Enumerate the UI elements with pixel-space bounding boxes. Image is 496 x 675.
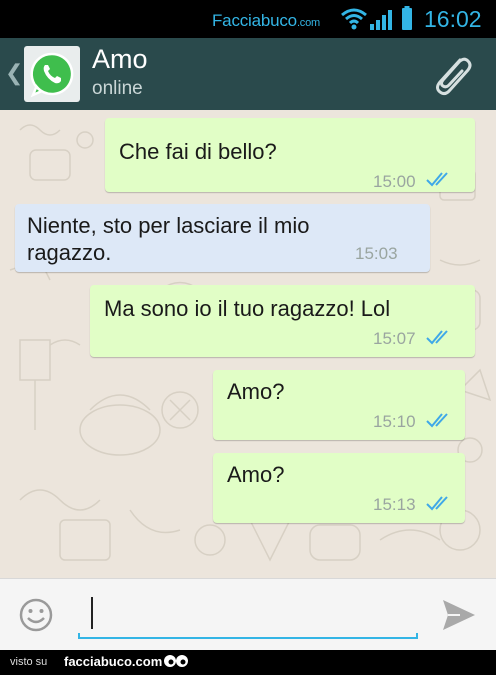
- read-receipt-icon: [426, 330, 448, 345]
- footer-prefix: visto su: [10, 656, 48, 668]
- paperclip-icon[interactable]: [430, 52, 476, 98]
- back-chevron-icon[interactable]: ❮: [5, 60, 23, 86]
- message-time: 15:03: [355, 244, 398, 263]
- message-time: 15:00: [373, 172, 416, 191]
- message-composer: [0, 578, 496, 651]
- message-bubble-outgoing[interactable]: Ma sono io il tuo ragazzo! Lol 15:07: [90, 285, 475, 357]
- message-time: 15:07: [373, 329, 416, 348]
- cell-signal-icon: [370, 10, 392, 30]
- emoji-icon[interactable]: [18, 597, 54, 633]
- whatsapp-avatar-icon: [30, 52, 74, 98]
- text-caret: [91, 597, 93, 629]
- message-text-line2: ragazzo.: [27, 240, 112, 265]
- footer-site: facciabuco.com: [64, 654, 163, 669]
- brand-suffix: .com: [296, 17, 320, 29]
- read-receipt-icon: [426, 413, 448, 428]
- message-bubble-incoming[interactable]: Niente, sto per lasciare il mio ragazzo.…: [15, 204, 430, 272]
- read-receipt-icon: [426, 496, 448, 511]
- chat-header: ❮ Amo online: [0, 38, 496, 110]
- input-underline: [78, 633, 418, 639]
- conversation-area[interactable]: Che fai di bello? 15:00 Niente, sto per …: [0, 110, 496, 578]
- send-icon[interactable]: [440, 597, 478, 633]
- read-receipt-icon: [426, 172, 448, 187]
- message-bubble-outgoing[interactable]: Amo? 15:13: [213, 453, 465, 523]
- wifi-icon: [341, 8, 367, 30]
- brand-name: Facciabuco: [212, 11, 297, 30]
- message-text: Ma sono io il tuo ragazzo! Lol: [104, 296, 391, 321]
- message-bubble-outgoing[interactable]: Amo? 15:10: [213, 370, 465, 440]
- battery-icon: [402, 6, 412, 30]
- message-text: Amo?: [227, 379, 285, 404]
- eyes-logo-icon: [164, 655, 188, 667]
- contact-status: online: [92, 78, 143, 99]
- contact-name[interactable]: Amo: [92, 44, 148, 75]
- message-bubble-outgoing[interactable]: Che fai di bello? 15:00: [105, 118, 475, 192]
- message-text: Che fai di bello?: [119, 139, 277, 164]
- status-bar-brand: Facciabuco.com: [212, 11, 320, 31]
- clock: 16:02: [424, 6, 482, 32]
- message-text: Amo?: [227, 462, 285, 487]
- watermark-footer: visto su facciabuco.com: [0, 650, 496, 675]
- message-time: 15:10: [373, 412, 416, 431]
- message-text-line1: Niente, sto per lasciare il mio: [27, 213, 310, 238]
- message-time: 15:13: [373, 495, 416, 514]
- signal-status-icons: [341, 6, 412, 30]
- status-bar: Facciabuco.com 16:02: [0, 0, 496, 38]
- message-input[interactable]: [78, 593, 418, 637]
- avatar[interactable]: [24, 46, 80, 102]
